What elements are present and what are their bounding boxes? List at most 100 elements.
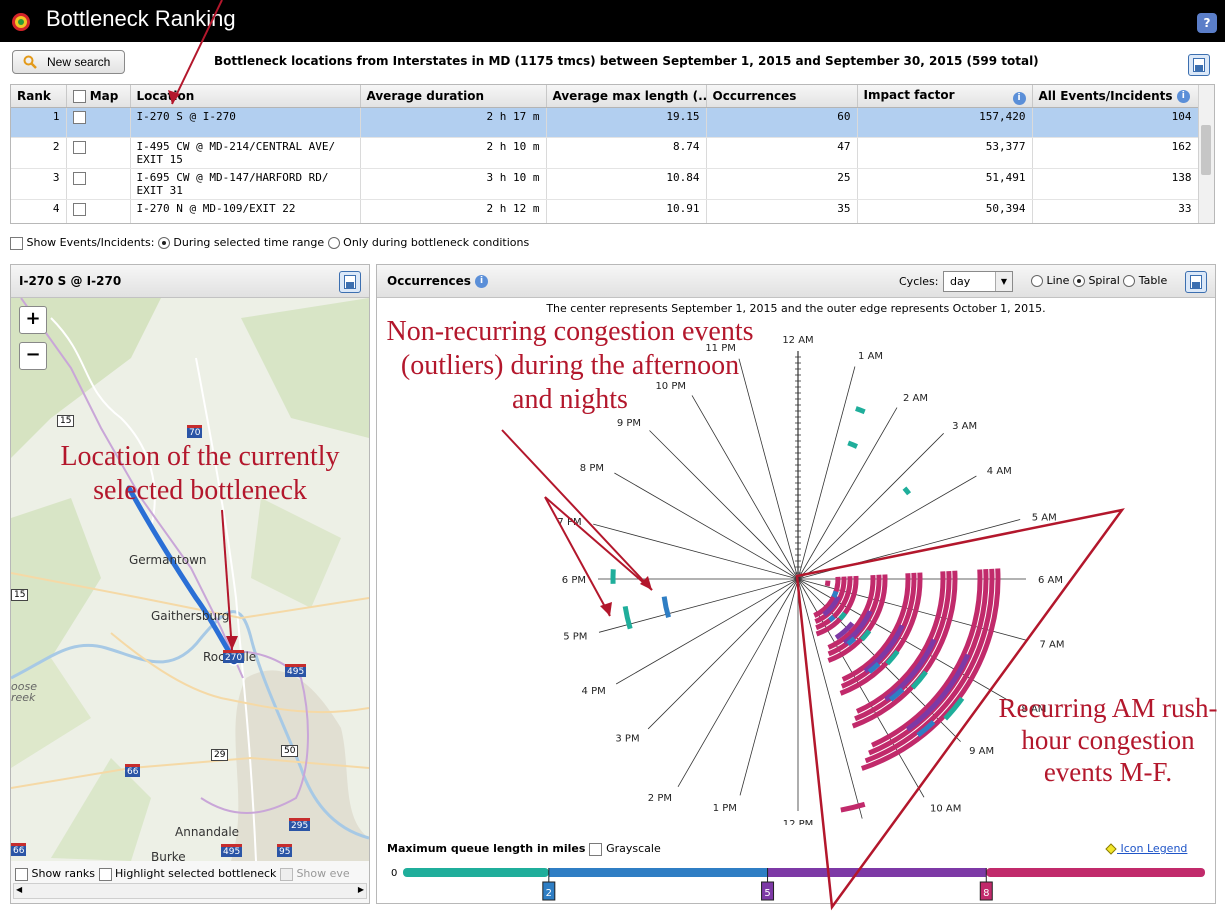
grayscale-label: Grayscale: [606, 842, 661, 855]
interstate-shield: 495: [285, 664, 307, 677]
scroll-thumb[interactable]: [1201, 125, 1211, 175]
col-location[interactable]: Location: [130, 85, 361, 108]
show-events-checkbox[interactable]: [10, 236, 23, 250]
only-bottleneck-radio[interactable]: [327, 237, 340, 249]
hour-spoke: [797, 475, 977, 580]
only-bottleneck-label: Only during bottleneck conditions: [343, 236, 530, 249]
hour-label: 9 AM: [969, 746, 994, 757]
summary-text: Bottleneck locations from Interstates in…: [214, 54, 1039, 68]
show-events-label: Show Events/Incidents:: [26, 236, 155, 249]
legend-title: Maximum queue length in miles Grayscale: [387, 842, 661, 856]
scale-segment: [548, 868, 768, 877]
col-impact-factor[interactable]: Impact factor i: [857, 85, 1033, 108]
info-icon[interactable]: i: [1176, 90, 1190, 103]
icon-legend-link[interactable]: Icon Legend: [1105, 842, 1187, 855]
map-view[interactable]: + − Germantown Gaithersburg Rockville An…: [11, 298, 369, 861]
zoom-in-button[interactable]: +: [19, 306, 47, 334]
export-map-button[interactable]: [339, 271, 361, 293]
annotation-outliers: Non-recurring congestion events (outlier…: [386, 316, 754, 415]
col-all-events[interactable]: All Events/Incidents i: [1032, 85, 1199, 108]
help-icon[interactable]: ?: [1197, 13, 1217, 33]
interstate-shield: 66: [125, 764, 141, 777]
show-ranks-label: Show ranks: [31, 867, 96, 880]
highlight-bottleneck-checkbox[interactable]: [98, 867, 112, 881]
location-cell: I-270 S @ I-270: [130, 107, 361, 138]
location-cell: I-695 CW @ MD-147/HARFORD RD/ EXIT 31: [130, 168, 361, 200]
info-icon[interactable]: i: [1012, 91, 1026, 105]
hour-label: 7 AM: [1039, 640, 1064, 651]
map-cell: [66, 107, 131, 138]
events-cell: 138: [1032, 168, 1199, 200]
occurrences-cell: 25: [706, 168, 858, 200]
map-checkbox[interactable]: [72, 171, 86, 185]
occurrence-arc: [838, 611, 847, 621]
impact-cell: 157,420: [857, 107, 1033, 138]
new-search-button[interactable]: New search: [12, 50, 125, 74]
hour-spoke: [691, 395, 799, 580]
export-table-button[interactable]: [1188, 54, 1210, 76]
col-occurrences[interactable]: Occurrences: [706, 85, 858, 108]
interstate-shield: 295: [289, 818, 311, 831]
map-checkbox[interactable]: [72, 140, 86, 154]
impact-cell: 50,394: [857, 199, 1033, 223]
location-cell: I-495 CW @ MD-214/CENTRAL AVE/ EXIT 15: [130, 137, 361, 169]
map-canvas: [11, 298, 369, 861]
zoom-out-button[interactable]: −: [19, 342, 47, 370]
maxlen-cell: 19.15: [546, 107, 707, 138]
icon-legend-text: Icon Legend: [1120, 842, 1188, 855]
col-impact-label: Impact factor: [863, 87, 955, 102]
events-cell: 33: [1032, 199, 1199, 223]
interstate-shield: 95: [277, 844, 293, 857]
queue-length-scale: 0 2 5 8: [391, 868, 1205, 901]
scale-tick-label: 8: [983, 888, 989, 899]
map-checkbox[interactable]: [72, 202, 86, 216]
occurrence-arc: [902, 486, 912, 496]
map-all-checkbox[interactable]: [72, 90, 86, 103]
place-label: Annandale: [175, 825, 240, 839]
table-scrollbar[interactable]: [1198, 85, 1214, 223]
table-row[interactable]: 4 I-270 N @ MD-109/EXIT 22 2 h 12 m 10.9…: [11, 199, 1199, 223]
table-header-row: Rank Map Location Average duration Avera…: [11, 85, 1199, 108]
col-average-duration[interactable]: Average duration: [360, 85, 547, 108]
title-bar: Bottleneck Ranking ?: [0, 0, 1225, 42]
col-rank[interactable]: Rank: [11, 85, 67, 108]
table-row[interactable]: 1 I-270 S @ I-270 2 h 17 m 19.15 60 157,…: [11, 107, 1199, 138]
toolbar: New search Bottleneck locations from Int…: [0, 42, 1225, 84]
map-checkbox[interactable]: [72, 110, 86, 124]
table-row[interactable]: 3 I-695 CW @ MD-147/HARFORD RD/ EXIT 31 …: [11, 168, 1199, 200]
map-hscrollbar[interactable]: ◀ ▶: [13, 883, 367, 899]
hour-label: 4 PM: [582, 686, 606, 697]
hour-spoke: [614, 472, 799, 580]
duration-cell: 2 h 12 m: [360, 199, 547, 223]
duration-cell: 2 h 10 m: [360, 137, 547, 169]
hour-spoke: [797, 407, 898, 580]
show-events-map-checkbox[interactable]: [279, 867, 293, 881]
impact-cell: 51,491: [857, 168, 1033, 200]
hour-spoke: [647, 578, 799, 730]
us-route-shield: 50: [281, 745, 299, 757]
hour-label: 1 PM: [713, 803, 737, 814]
show-events-map-label: Show eve: [296, 867, 350, 880]
location-cell: I-270 N @ MD-109/EXIT 22: [130, 199, 361, 223]
scale-tick-label: 5: [764, 888, 770, 899]
table-row[interactable]: 2 I-495 CW @ MD-214/CENTRAL AVE/ EXIT 15…: [11, 137, 1199, 169]
hour-label: 5 PM: [563, 631, 587, 642]
us-route-shield: 15: [11, 589, 29, 601]
scale-segment: [403, 868, 549, 877]
col-map[interactable]: Map: [66, 85, 131, 108]
hour-spoke: [797, 433, 944, 580]
show-ranks-checkbox[interactable]: [15, 867, 28, 881]
hour-label: 2 AM: [903, 393, 928, 404]
during-range-radio[interactable]: [157, 237, 170, 249]
hour-label: 9 PM: [617, 418, 641, 429]
hour-label: 8 PM: [580, 463, 604, 474]
annotation-location: Location of the currently selected bottl…: [60, 441, 340, 506]
hour-label: 1 AM: [858, 351, 883, 362]
grayscale-checkbox[interactable]: [589, 842, 603, 856]
events-cell: 104: [1032, 107, 1199, 138]
occurrence-arc: [847, 440, 858, 449]
scale-segment: [767, 868, 987, 877]
col-average-max-length[interactable]: Average max length (...: [546, 85, 707, 108]
occurrence-arc: [824, 580, 831, 587]
scale-tick-label: 0: [391, 868, 397, 879]
